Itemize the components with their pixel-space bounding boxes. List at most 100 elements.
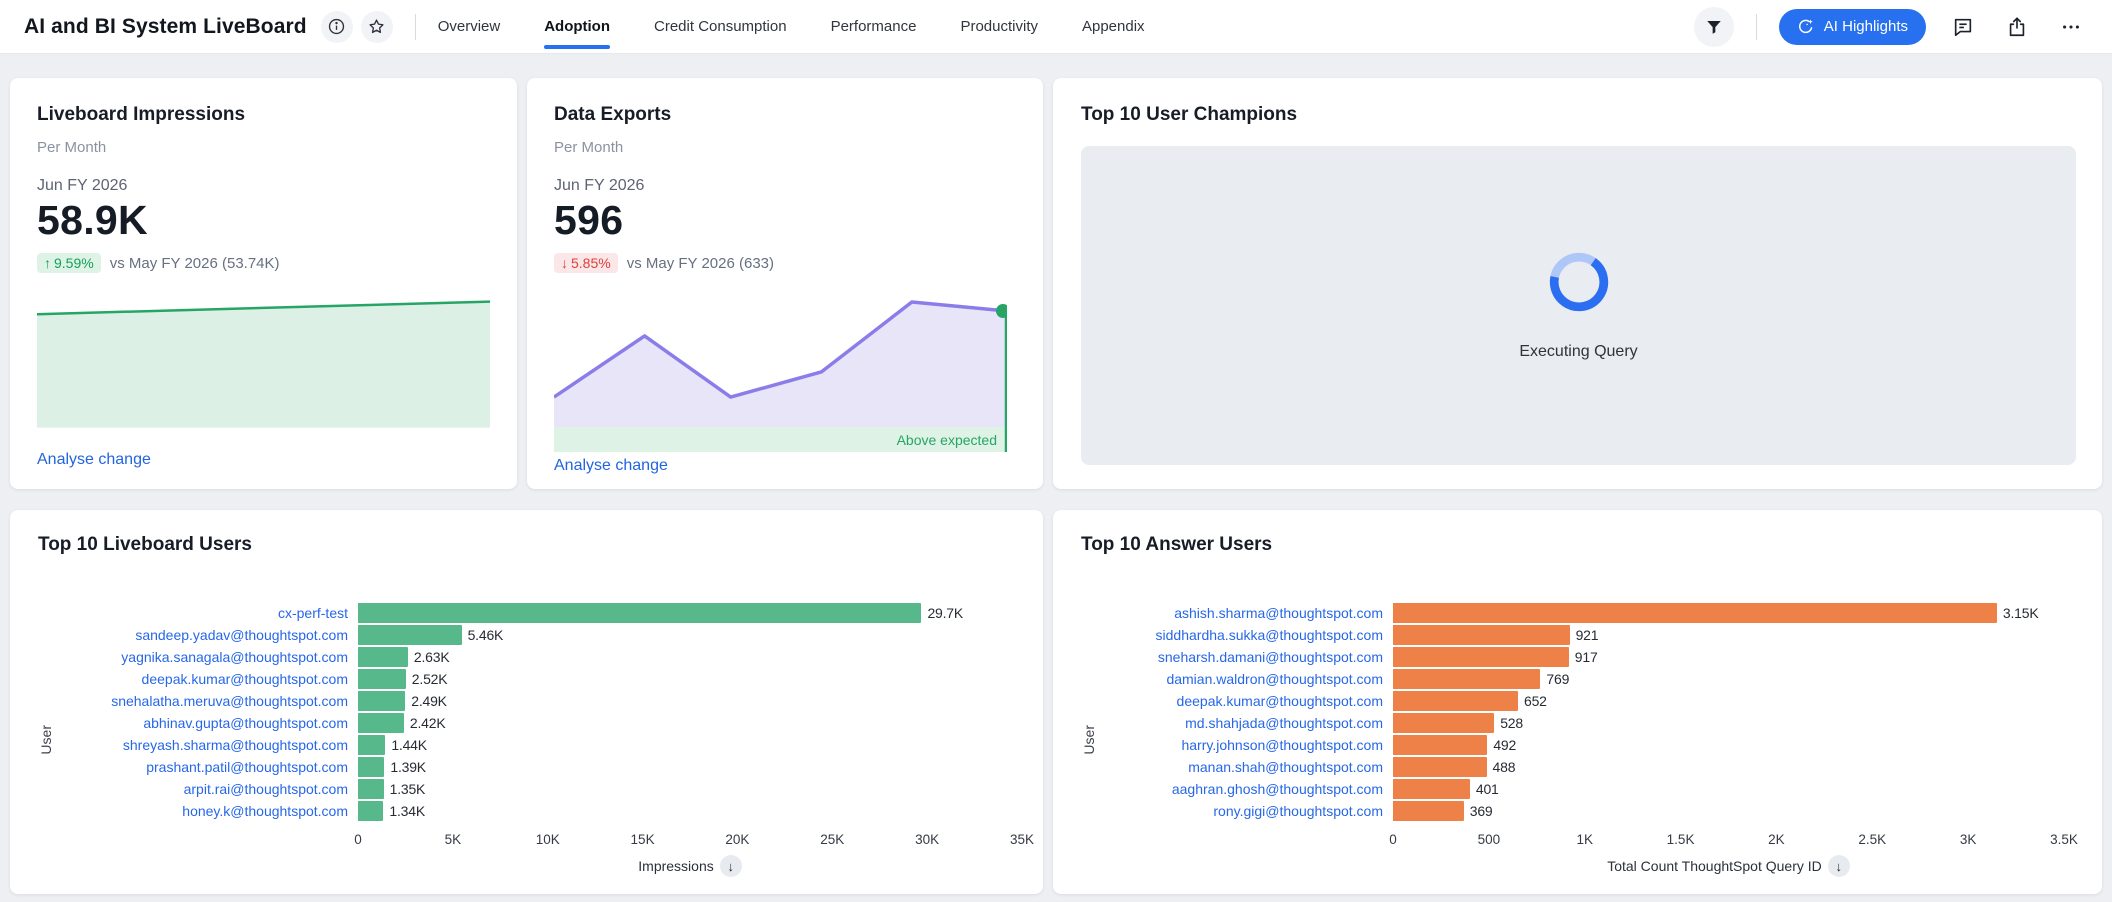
tab-productivity[interactable]: Productivity [960, 0, 1038, 54]
bar-track: 2.49K [358, 691, 1022, 711]
category-label[interactable]: md.shahjada@thoughtspot.com [1109, 715, 1393, 731]
card-title: Top 10 Liveboard Users [38, 534, 1027, 556]
bar-row: rony.gigi@thoughtspot.com369 [1109, 800, 2086, 822]
top-answer-users-card: Top 10 Answer Users User ashish.sharma@t… [1053, 510, 2102, 894]
header-divider [415, 14, 416, 40]
bar[interactable] [358, 757, 384, 777]
delta-badge: ↑9.59% [37, 253, 101, 273]
bar-value-label: 1.44K [391, 737, 427, 753]
x-tick-label: 500 [1478, 832, 1501, 847]
card-title: Top 10 Answer Users [1081, 534, 2086, 556]
category-label[interactable]: yagnika.sanagala@thoughtspot.com [66, 649, 358, 665]
bar[interactable] [358, 647, 408, 667]
category-label[interactable]: ashish.sharma@thoughtspot.com [1109, 605, 1393, 621]
analyse-change-link[interactable]: Analyse change [554, 457, 668, 475]
category-label[interactable]: prashant.patil@thoughtspot.com [66, 759, 358, 775]
kpi-value: 58.9K [37, 197, 490, 244]
tab-appendix[interactable]: Appendix [1082, 0, 1145, 54]
bar-value-label: 652 [1524, 693, 1547, 709]
category-label[interactable]: arpit.rai@thoughtspot.com [66, 781, 358, 797]
ai-sparkle-icon [1797, 18, 1815, 36]
analyse-change-link[interactable]: Analyse change [37, 451, 151, 469]
bar-track: 1.44K [358, 735, 1022, 755]
filter-icon[interactable] [1694, 7, 1734, 47]
x-tick-label: 2K [1768, 832, 1785, 847]
bar-value-label: 2.49K [411, 693, 447, 709]
bar-row: ashish.sharma@thoughtspot.com3.15K [1109, 602, 2086, 624]
category-label[interactable]: deepak.kumar@thoughtspot.com [66, 671, 358, 687]
info-icon[interactable] [321, 11, 353, 43]
category-label[interactable]: snehalatha.meruva@thoughtspot.com [66, 693, 358, 709]
bar[interactable] [358, 691, 405, 711]
bar[interactable] [1393, 603, 1997, 623]
bar[interactable] [1393, 669, 1540, 689]
bar-row: siddhardha.sukka@thoughtspot.com921 [1109, 624, 2086, 646]
bar[interactable] [1393, 647, 1569, 667]
bar[interactable] [1393, 779, 1470, 799]
impressions-sparkline [37, 289, 490, 434]
category-label[interactable]: damian.waldron@thoughtspot.com [1109, 671, 1393, 687]
tab-credit-consumption[interactable]: Credit Consumption [654, 0, 787, 54]
bar-track: 2.52K [358, 669, 1022, 689]
bar[interactable] [358, 669, 406, 689]
bar[interactable] [1393, 691, 1518, 711]
category-label[interactable]: manan.shah@thoughtspot.com [1109, 759, 1393, 775]
kpi-period: Jun FY 2026 [37, 177, 490, 195]
bar[interactable] [358, 713, 404, 733]
bar-value-label: 528 [1500, 715, 1523, 731]
more-options-icon[interactable] [2054, 10, 2088, 44]
tab-adoption[interactable]: Adoption [544, 0, 610, 54]
bar-value-label: 488 [1493, 759, 1516, 775]
comments-icon[interactable] [1946, 10, 1980, 44]
ai-highlights-button[interactable]: AI Highlights [1779, 9, 1926, 45]
bar[interactable] [358, 625, 462, 645]
category-label[interactable]: honey.k@thoughtspot.com [66, 803, 358, 819]
bar[interactable] [358, 801, 383, 821]
x-tick-label: 10K [536, 832, 560, 847]
tab-overview[interactable]: Overview [438, 0, 501, 54]
bar-track: 369 [1393, 801, 2064, 821]
sort-descending-icon[interactable]: ↓ [720, 855, 742, 877]
category-label[interactable]: aaghran.ghosh@thoughtspot.com [1109, 781, 1393, 797]
category-label[interactable]: cx-perf-test [66, 605, 358, 621]
category-label[interactable]: siddhardha.sukka@thoughtspot.com [1109, 627, 1393, 643]
bar-value-label: 401 [1476, 781, 1499, 797]
bar-row: sandeep.yadav@thoughtspot.com 5.46K [66, 624, 1027, 646]
bar[interactable] [1393, 713, 1494, 733]
bar[interactable] [358, 735, 385, 755]
category-label[interactable]: abhinav.gupta@thoughtspot.com [66, 715, 358, 731]
liveboard-app: AI and BI System LiveBoard OverviewAdopt… [0, 0, 2112, 902]
category-label[interactable]: deepak.kumar@thoughtspot.com [1109, 693, 1393, 709]
bar[interactable] [1393, 801, 1464, 821]
card-title: Liveboard Impressions [37, 104, 490, 126]
share-icon[interactable] [2000, 10, 2034, 44]
bar[interactable] [1393, 625, 1570, 645]
sort-descending-icon[interactable]: ↓ [1828, 855, 1850, 877]
bar-value-label: 5.46K [468, 627, 504, 643]
bar-value-label: 769 [1546, 671, 1569, 687]
y-axis-title: User [1081, 725, 1097, 755]
tab-performance[interactable]: Performance [831, 0, 917, 54]
category-label[interactable]: harry.johnson@thoughtspot.com [1109, 737, 1393, 753]
bar-track: 2.63K [358, 647, 1022, 667]
bar[interactable] [1393, 757, 1487, 777]
favorite-star-icon[interactable] [361, 11, 393, 43]
bar-row: yagnika.sanagala@thoughtspot.com2.63K [66, 646, 1027, 668]
category-label[interactable]: rony.gigi@thoughtspot.com [1109, 803, 1393, 819]
bar-track: 921 [1393, 625, 2064, 645]
bar[interactable] [358, 603, 921, 623]
category-label[interactable]: shreyash.sharma@thoughtspot.com [66, 737, 358, 753]
bar[interactable] [358, 779, 384, 799]
category-label[interactable]: sandeep.yadav@thoughtspot.com [66, 627, 358, 643]
bar-row: honey.k@thoughtspot.com1.34K [66, 800, 1027, 822]
kpi-subtitle: Per Month [37, 139, 490, 156]
bar[interactable] [1393, 735, 1487, 755]
exports-sparkline: Above expected [554, 289, 1016, 457]
bar-row: cx-perf-test29.7K [66, 602, 1027, 624]
x-tick-label: 3K [1960, 832, 1977, 847]
top-user-champions-card: Top 10 User Champions Executing Query [1053, 78, 2102, 489]
bar-value-label: 1.39K [390, 759, 426, 775]
bar-track: 528 [1393, 713, 2064, 733]
bar-track: 769 [1393, 669, 2064, 689]
category-label[interactable]: sneharsh.damani@thoughtspot.com [1109, 649, 1393, 665]
